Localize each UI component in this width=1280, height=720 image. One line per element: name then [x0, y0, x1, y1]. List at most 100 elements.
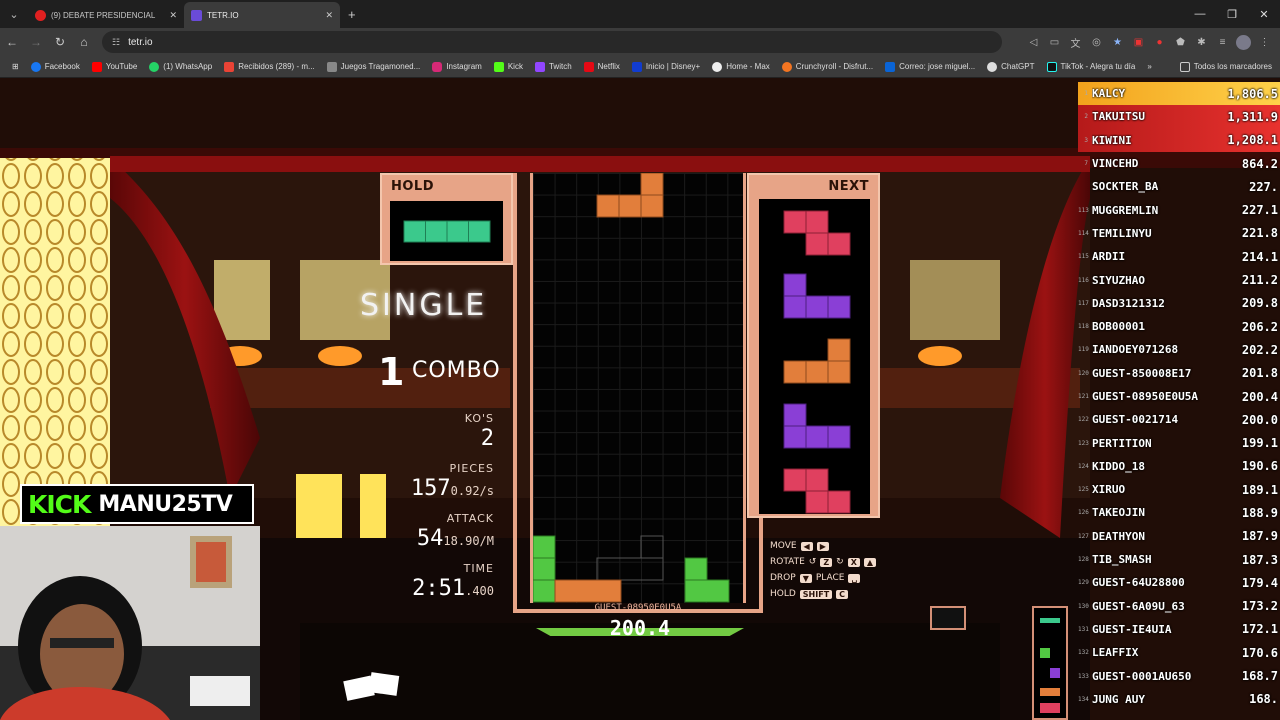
- bookmark-chatgpt[interactable]: ChatGPT: [981, 61, 1040, 72]
- combo-label: COMBO: [412, 358, 501, 383]
- leaderboard-row: 1 KALCY 1,806.5: [1078, 82, 1280, 106]
- leaderboard-name: TAKEOJIN: [1092, 506, 1145, 520]
- leaderboard: 1 KALCY 1,806.5 2 TAKUITSU 1,311.9 3 KIWINI 1,20…: [1078, 82, 1280, 711]
- close-tab-icon[interactable]: ✕: [169, 10, 177, 21]
- minimize-icon[interactable]: —: [1184, 0, 1216, 28]
- leaderboard-score: 200.0: [1241, 412, 1278, 427]
- bookmark-kick[interactable]: Kick: [488, 61, 529, 72]
- toolbar-actions: ◁ ▭ 文 ◎ ★ ▣ ● ⬟ ✱ ≡ ⋮: [1026, 34, 1280, 50]
- bookmark-tiktok[interactable]: TikTok - Alegra tu día: [1041, 61, 1142, 72]
- leaderboard-row: 129 GUEST-64U28800 179.4: [1078, 571, 1280, 594]
- leaderboard-score: 214.1: [1241, 249, 1278, 264]
- leaderboard-row: 123 PERTITION 199.1: [1078, 431, 1280, 454]
- leaderboard-score: 209.8: [1241, 296, 1278, 311]
- board-pieces: [533, 173, 730, 603]
- new-tab-button[interactable]: +: [340, 2, 364, 28]
- bookmark-whatsapp[interactable]: (1) WhatsApp: [143, 61, 218, 72]
- game-area[interactable]: HOLD NEXT SINGLE 1 COMBO KO'S 2 PIECES 1…: [0, 78, 1280, 720]
- extension-red-icon[interactable]: ▣: [1131, 35, 1146, 50]
- leaderboard-score: 206.2: [1241, 319, 1278, 334]
- leaderboard-rank: 116: [1078, 276, 1089, 284]
- game-board[interactable]: [530, 173, 746, 603]
- site-info-icon[interactable]: ☷: [112, 37, 120, 48]
- bookmark-max[interactable]: Home - Max: [706, 61, 776, 72]
- hold-label: HOLD: [391, 179, 435, 194]
- back-icon[interactable]: ←: [0, 30, 24, 54]
- address-bar[interactable]: ☷ tetr.io: [102, 31, 1002, 53]
- install-icon[interactable]: ▭: [1047, 35, 1062, 50]
- leaderboard-row: 2 TAKUITSU 1,311.9: [1078, 105, 1280, 129]
- home-icon[interactable]: ⌂: [72, 30, 96, 54]
- tab-search-icon[interactable]: ⌄: [0, 0, 28, 28]
- leaderboard-score: 179.4: [1241, 575, 1278, 590]
- controls-hint: MOVE ◀ ▶ ROTATE ↺ Z ↻ X ▲ DROP ▼ PLACE ␣ HOLD SHIFT…: [770, 538, 900, 602]
- leaderboard-row: 117 DASD3121312 209.8: [1078, 292, 1280, 315]
- leaderboard-rank: 118: [1078, 323, 1089, 331]
- tab-title: TETR.IO: [207, 10, 239, 20]
- translate-icon[interactable]: 文: [1068, 35, 1083, 50]
- leaderboard-name: VINCEHD: [1092, 157, 1139, 171]
- extensions-icon[interactable]: ✱: [1194, 35, 1209, 50]
- bookmark-netflix[interactable]: Netflix: [578, 61, 626, 72]
- tab-debate[interactable]: (9) DEBATE PRESIDENCIAL ✕: [28, 2, 184, 28]
- bookmark-youtube[interactable]: YouTube: [86, 61, 143, 72]
- hide-icon[interactable]: ◎: [1089, 35, 1104, 50]
- bookmark-crunchyroll[interactable]: Crunchyroll - Disfrut...: [776, 61, 879, 72]
- leaderboard-score: 168.: [1249, 692, 1278, 707]
- webcam-feed: [0, 526, 260, 720]
- reload-icon[interactable]: ↻: [48, 30, 72, 54]
- leaderboard-score: 201.8: [1241, 366, 1278, 381]
- tab-title: (9) DEBATE PRESIDENCIAL: [51, 10, 156, 20]
- media-icon[interactable]: ≡: [1215, 35, 1230, 50]
- leaderboard-name: KALCY: [1092, 87, 1126, 101]
- hold-hint: HOLD SHIFT C: [770, 586, 900, 602]
- leaderboard-rank: 120: [1078, 369, 1089, 377]
- next-pieces: [783, 210, 851, 514]
- extension-red2-icon[interactable]: ●: [1152, 35, 1167, 50]
- bookmark-star-icon[interactable]: ★: [1110, 35, 1125, 50]
- kick-username: MANU25TV: [98, 491, 233, 517]
- leaderboard-score: 227.1: [1241, 203, 1278, 218]
- bookmark-twitch[interactable]: Twitch: [529, 61, 578, 72]
- profile-avatar[interactable]: [1236, 34, 1251, 50]
- forward-icon[interactable]: →: [24, 30, 48, 54]
- bookmark-gmail[interactable]: Recibidos (289) - m...: [218, 61, 320, 72]
- hold-slot: [390, 201, 503, 261]
- tab-tetrio[interactable]: TETR.IO ✕: [184, 2, 340, 28]
- leaderboard-rank: 124: [1078, 462, 1089, 470]
- leaderboard-row: 7 VINCEHD 864.2: [1078, 152, 1280, 175]
- bookmark-facebook[interactable]: Facebook: [25, 61, 86, 72]
- leaderboard-name: MUGGREMLIN: [1092, 203, 1159, 217]
- leaderboard-name: GUEST-0001AU650: [1092, 669, 1192, 683]
- leaderboard-row: 120 GUEST-850008E17 201.8: [1078, 362, 1280, 385]
- leaderboard-row: SOCKTER_BA 227.: [1078, 175, 1280, 198]
- mute-icon[interactable]: ◁: [1026, 35, 1041, 50]
- leaderboard-score: 864.2: [1241, 156, 1278, 171]
- bookmark-disney[interactable]: Inicio | Disney+: [626, 61, 706, 72]
- all-bookmarks[interactable]: Todos los marcadores: [1174, 61, 1280, 72]
- leaderboard-name: TEMILINYU: [1092, 226, 1152, 240]
- leaderboard-row: 133 GUEST-0001AU650 168.7: [1078, 664, 1280, 687]
- bookmark-instagram[interactable]: Instagram: [426, 61, 488, 72]
- leaderboard-name: IANDOEY071268: [1092, 343, 1179, 357]
- close-window-icon[interactable]: ✕: [1248, 0, 1280, 28]
- webcam-person-image: [0, 526, 260, 720]
- leaderboard-row: 124 KIDDO_18 190.6: [1078, 455, 1280, 478]
- bookmarks-overflow-icon[interactable]: »: [1141, 62, 1157, 71]
- up-key-icon: ▲: [863, 557, 877, 567]
- leaderboard-name: GUEST-IE4UIA: [1092, 622, 1172, 636]
- leaderboard-score: 221.8: [1241, 226, 1278, 241]
- close-tab-icon[interactable]: ✕: [325, 10, 333, 21]
- menu-icon[interactable]: ⋮: [1257, 35, 1272, 50]
- bookmark-juegos[interactable]: Juegos Tragamoned...: [321, 61, 427, 72]
- screen: ⌄ (9) DEBATE PRESIDENCIAL ✕ TETR.IO ✕ + …: [0, 0, 1280, 720]
- shield-icon[interactable]: ⬟: [1173, 35, 1188, 50]
- leaderboard-rank: 122: [1078, 416, 1089, 424]
- maximize-icon[interactable]: ❐: [1216, 0, 1248, 28]
- apps-icon[interactable]: ⊞: [6, 62, 25, 71]
- leaderboard-name: ARDII: [1092, 250, 1126, 264]
- window-controls: — ❐ ✕: [1184, 0, 1280, 28]
- bookmark-outlook[interactable]: Correo: jose miguel...: [879, 61, 981, 72]
- leaderboard-row: 119 IANDOEY071268 202.2: [1078, 338, 1280, 361]
- leaderboard-score: 172.1: [1241, 622, 1278, 637]
